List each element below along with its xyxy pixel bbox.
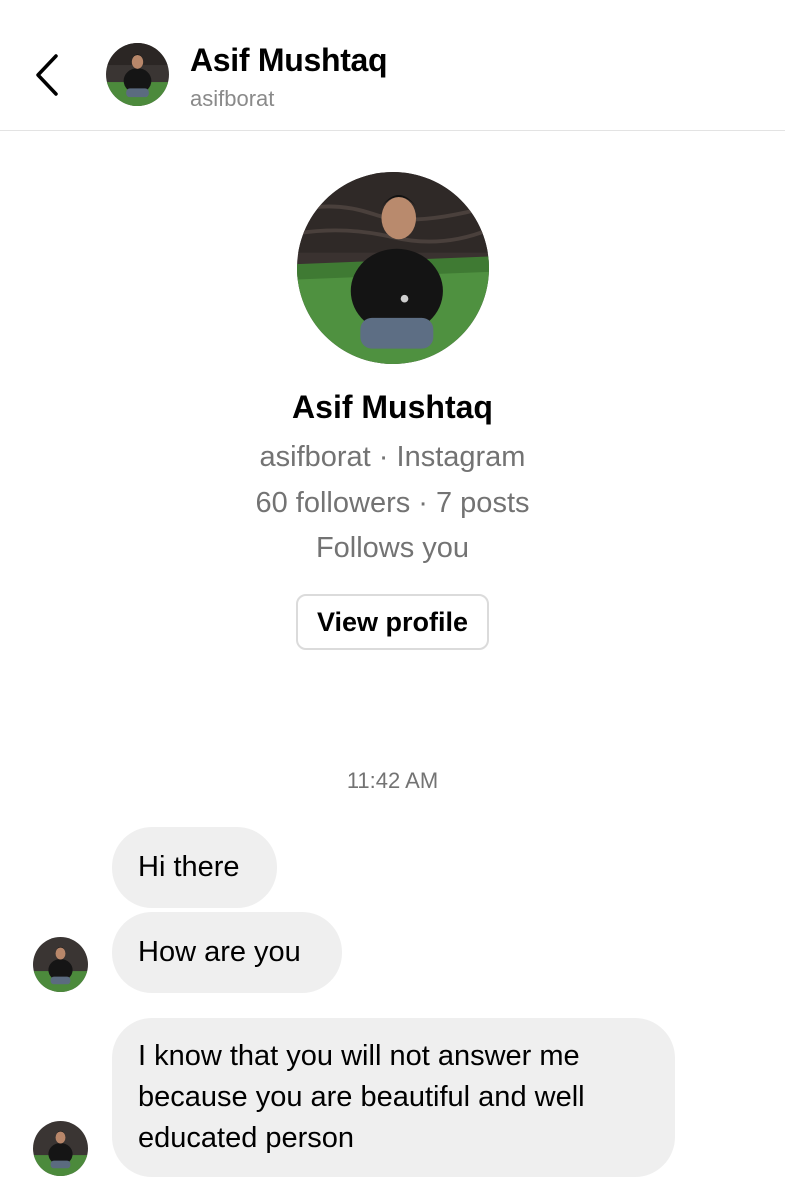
profile-handle-platform: asifborat · Instagram (259, 441, 526, 473)
chat-header: Asif Mushtaq asifborat (0, 0, 785, 131)
profile-stats: 60 followers · 7 posts (255, 487, 530, 519)
message-text: I know that you will not answer me becau… (138, 1040, 585, 1154)
sender-avatar[interactable] (33, 937, 88, 992)
profile-relation: Follows you (315, 532, 470, 564)
message-bubble[interactable]: Hi there (112, 827, 277, 908)
view-profile-button[interactable]: View profile (296, 594, 489, 650)
header-name[interactable]: Asif Mushtaq (190, 42, 388, 79)
header-avatar[interactable] (106, 43, 169, 106)
profile-name: Asif Mushtaq (292, 389, 493, 425)
chevron-left-icon (36, 54, 58, 96)
sender-avatar[interactable] (33, 1121, 88, 1176)
back-button[interactable] (28, 50, 68, 100)
message-timestamp: 11:42 AM (346, 768, 439, 793)
profile-avatar[interactable] (297, 172, 489, 364)
header-handle: asifborat (190, 86, 275, 111)
message-bubble[interactable]: I know that you will not answer me becau… (112, 1018, 675, 1177)
message-text: How are you (138, 936, 301, 968)
message-text: Hi there (138, 851, 240, 883)
message-bubble[interactable]: How are you (112, 912, 342, 993)
